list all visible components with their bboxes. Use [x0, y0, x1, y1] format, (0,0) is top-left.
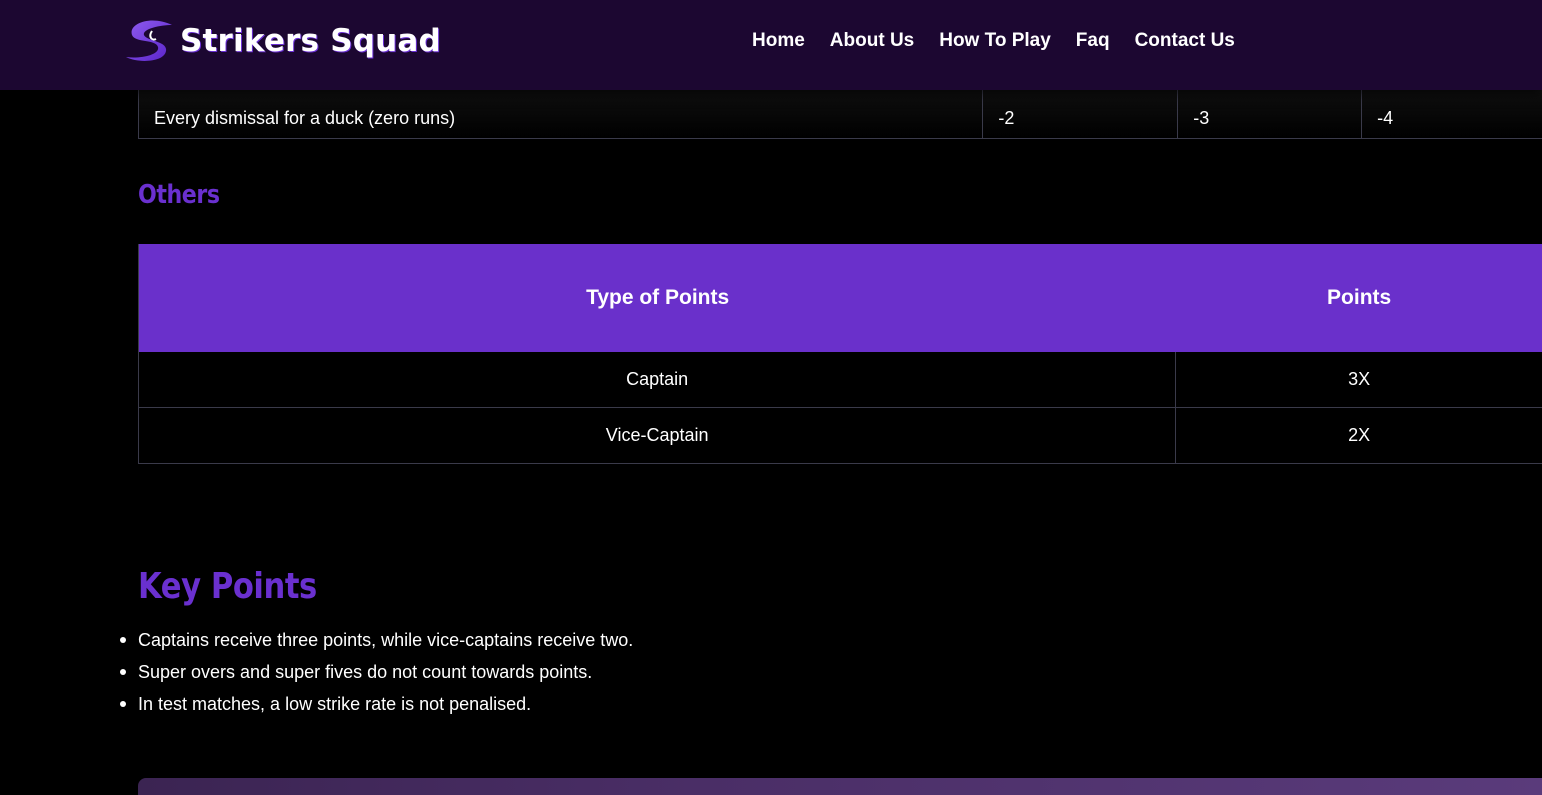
nav-contact-us[interactable]: Contact Us — [1135, 29, 1235, 53]
table-cell: Vice-Captain — [139, 408, 1177, 463]
key-points-heading: Key Points — [138, 566, 317, 607]
others-table: Type of Points Points Captain 3X Vice-Ca… — [138, 244, 1542, 464]
list-item: Captains receive three points, while vic… — [119, 624, 633, 656]
table-row: Captain 3X — [139, 352, 1542, 408]
table-header: Type of Points Points — [139, 244, 1542, 352]
nav-home[interactable]: Home — [752, 29, 805, 53]
list-item: Super overs and super fives do not count… — [119, 656, 633, 688]
table-cell: -2 — [983, 82, 1179, 138]
logo-swirl-icon — [126, 20, 172, 61]
others-heading: Others — [138, 180, 220, 210]
key-points-list: Captains receive three points, while vic… — [119, 624, 633, 720]
bottom-banner — [138, 778, 1542, 795]
table-row: Vice-Captain 2X — [139, 408, 1542, 464]
nav-about-us[interactable]: About Us — [830, 29, 914, 53]
table-cell: Captain — [139, 352, 1177, 407]
site-header: Strikers Squad Home About Us How To Play… — [0, 0, 1542, 90]
table-cell: Every dismissal for a duck (zero runs) — [139, 82, 984, 138]
column-header-points: Points — [1327, 286, 1392, 309]
logo-text: Strikers Squad — [180, 23, 441, 59]
page: Strikers Squad Home About Us How To Play… — [0, 0, 1542, 795]
table-cell: 2X — [1348, 425, 1371, 445]
nav-how-to-play[interactable]: How To Play — [939, 29, 1051, 53]
table-cell: 3X — [1348, 369, 1371, 389]
list-item: In test matches, a low strike rate is no… — [119, 688, 633, 720]
site-logo[interactable]: Strikers Squad — [122, 16, 441, 66]
previous-points-table-row: Every dismissal for a duck (zero runs) -… — [138, 82, 1542, 139]
table-cell: -4 — [1377, 107, 1394, 128]
main-nav: Home About Us How To Play Faq Contact Us — [752, 29, 1260, 53]
nav-faq[interactable]: Faq — [1076, 29, 1110, 53]
column-header-type: Type of Points — [586, 286, 730, 309]
table-cell: -3 — [1178, 82, 1363, 138]
